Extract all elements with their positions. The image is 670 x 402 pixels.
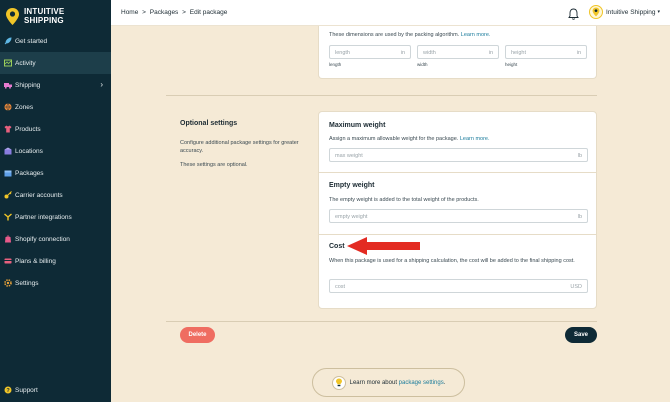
account-menu[interactable]: Intuitive Shipping ▾ bbox=[589, 5, 660, 19]
location-icon bbox=[4, 147, 12, 155]
sidebar-item-zones[interactable]: Zones bbox=[0, 96, 111, 118]
cost-help: When this package is used for a shipping… bbox=[329, 258, 575, 264]
sidebar: INTUITIVE SHIPPING Get started Activity … bbox=[0, 0, 111, 402]
logo-line-2: SHIPPING bbox=[24, 16, 64, 25]
logo-line-1: INTUITIVE bbox=[24, 7, 65, 16]
bell-icon[interactable] bbox=[568, 7, 579, 20]
top-header: Home > Packages > Edit package Intuitive… bbox=[111, 0, 670, 26]
cost-title: Cost bbox=[329, 243, 345, 250]
optional-settings-note: These settings are optional. bbox=[180, 162, 248, 168]
length-input[interactable]: length in bbox=[329, 45, 411, 59]
sidebar-item-label: Shipping bbox=[15, 81, 41, 89]
width-input[interactable]: width in bbox=[417, 45, 499, 59]
sidebar-item-settings[interactable]: Settings bbox=[0, 272, 111, 294]
sidebar-item-label: Settings bbox=[15, 279, 39, 287]
sidebar-item-products[interactable]: Products bbox=[0, 118, 111, 140]
save-button[interactable]: Save bbox=[565, 327, 597, 343]
key-icon bbox=[4, 191, 12, 199]
sidebar-item-partner-integrations[interactable]: Partner integrations bbox=[0, 206, 111, 228]
sidebar-item-label: Zones bbox=[15, 103, 34, 111]
section-separator bbox=[319, 172, 596, 173]
sidebar-nav: Get started Activity Shipping › Zones Pr… bbox=[0, 30, 111, 294]
section-divider bbox=[166, 95, 597, 96]
cost-input[interactable]: cost USD bbox=[329, 279, 588, 293]
package-settings-link[interactable]: package settings bbox=[399, 380, 444, 386]
learn-more-banner: Learn more about package settings. bbox=[312, 368, 465, 397]
account-name: Intuitive Shipping bbox=[606, 8, 656, 16]
breadcrumb-packages[interactable]: Packages bbox=[150, 9, 179, 16]
sidebar-item-label: Products bbox=[15, 125, 41, 133]
optional-settings-card: Maximum weight Assign a maximum allowabl… bbox=[318, 111, 597, 309]
learn-more-suffix: . bbox=[443, 379, 446, 386]
chevron-right-icon: › bbox=[100, 80, 103, 89]
empty-weight-input[interactable]: empty weight lb bbox=[329, 209, 588, 223]
section-separator bbox=[319, 234, 596, 235]
rocket-icon bbox=[4, 37, 12, 45]
breadcrumb-separator: > bbox=[182, 9, 186, 16]
sidebar-item-label: Plans & billing bbox=[15, 257, 56, 265]
empty-weight-title: Empty weight bbox=[329, 182, 375, 189]
globe-icon bbox=[4, 103, 12, 111]
sidebar-item-label: Activity bbox=[15, 59, 36, 67]
breadcrumb-current: Edit package bbox=[189, 9, 228, 16]
support-label: Support bbox=[15, 386, 38, 394]
shirt-icon bbox=[4, 125, 12, 133]
sidebar-item-carrier-accounts[interactable]: Carrier accounts bbox=[0, 184, 111, 206]
height-input[interactable]: height in bbox=[505, 45, 587, 59]
optional-settings-description: Configure additional package settings fo… bbox=[180, 140, 299, 154]
max-weight-learn-more-link[interactable]: Learn more. bbox=[460, 136, 490, 142]
max-weight-title: Maximum weight bbox=[329, 122, 386, 129]
location-pin-logo-icon bbox=[5, 7, 20, 26]
sidebar-item-plans-billing[interactable]: Plans & billing bbox=[0, 250, 111, 272]
dimensions-help: These dimensions are used by the packing… bbox=[329, 32, 491, 38]
sidebar-item-label: Packages bbox=[15, 169, 44, 177]
dimensions-learn-more-link[interactable]: Learn more. bbox=[461, 32, 491, 38]
package-icon bbox=[4, 169, 12, 177]
lightbulb-icon bbox=[331, 375, 346, 390]
learn-more-prefix: Learn more about bbox=[349, 379, 397, 386]
sidebar-item-label: Shopify connection bbox=[15, 235, 70, 243]
breadcrumb: Home > Packages > Edit package bbox=[121, 9, 229, 16]
sidebar-item-activity[interactable]: Activity bbox=[0, 52, 111, 74]
empty-weight-help: The empty weight is added to the total w… bbox=[329, 197, 479, 203]
breadcrumb-separator: > bbox=[142, 9, 146, 16]
sidebar-item-packages[interactable]: Packages bbox=[0, 162, 111, 184]
dimensions-card: These dimensions are used by the packing… bbox=[318, 26, 597, 79]
caret-down-icon: ▾ bbox=[657, 9, 661, 15]
help-icon: ? bbox=[4, 386, 12, 394]
sidebar-item-label: Get started bbox=[15, 37, 48, 45]
brand-logo[interactable]: INTUITIVE SHIPPING bbox=[0, 3, 111, 29]
gear-icon bbox=[4, 279, 12, 287]
shipping-icon bbox=[4, 81, 12, 89]
sidebar-item-shipping[interactable]: Shipping › bbox=[0, 74, 111, 96]
optional-settings-title: Optional settings bbox=[180, 120, 238, 127]
billing-icon bbox=[4, 257, 12, 265]
sidebar-item-label: Partner integrations bbox=[15, 213, 72, 221]
red-annotation-arrow bbox=[347, 237, 420, 255]
account-avatar bbox=[589, 5, 603, 19]
footer-divider bbox=[166, 321, 597, 322]
integrations-icon bbox=[4, 213, 12, 221]
sidebar-item-label: Carrier accounts bbox=[15, 191, 63, 199]
sidebar-item-label: Locations bbox=[15, 147, 43, 155]
delete-button[interactable]: Delete bbox=[180, 327, 215, 343]
width-label: width bbox=[417, 62, 428, 67]
sidebar-item-locations[interactable]: Locations bbox=[0, 140, 111, 162]
sidebar-item-get-started[interactable]: Get started bbox=[0, 30, 111, 52]
height-label: height bbox=[505, 62, 518, 67]
support-link[interactable]: ? Support bbox=[4, 386, 38, 394]
sidebar-item-shopify-connection[interactable]: Shopify connection bbox=[0, 228, 111, 250]
breadcrumb-home[interactable]: Home bbox=[121, 9, 138, 16]
max-weight-input[interactable]: max weight lb bbox=[329, 148, 588, 162]
length-label: length bbox=[329, 62, 342, 67]
shopify-icon bbox=[4, 235, 12, 243]
max-weight-help: Assign a maximum allowable weight for th… bbox=[329, 136, 490, 142]
activity-icon bbox=[4, 59, 12, 67]
